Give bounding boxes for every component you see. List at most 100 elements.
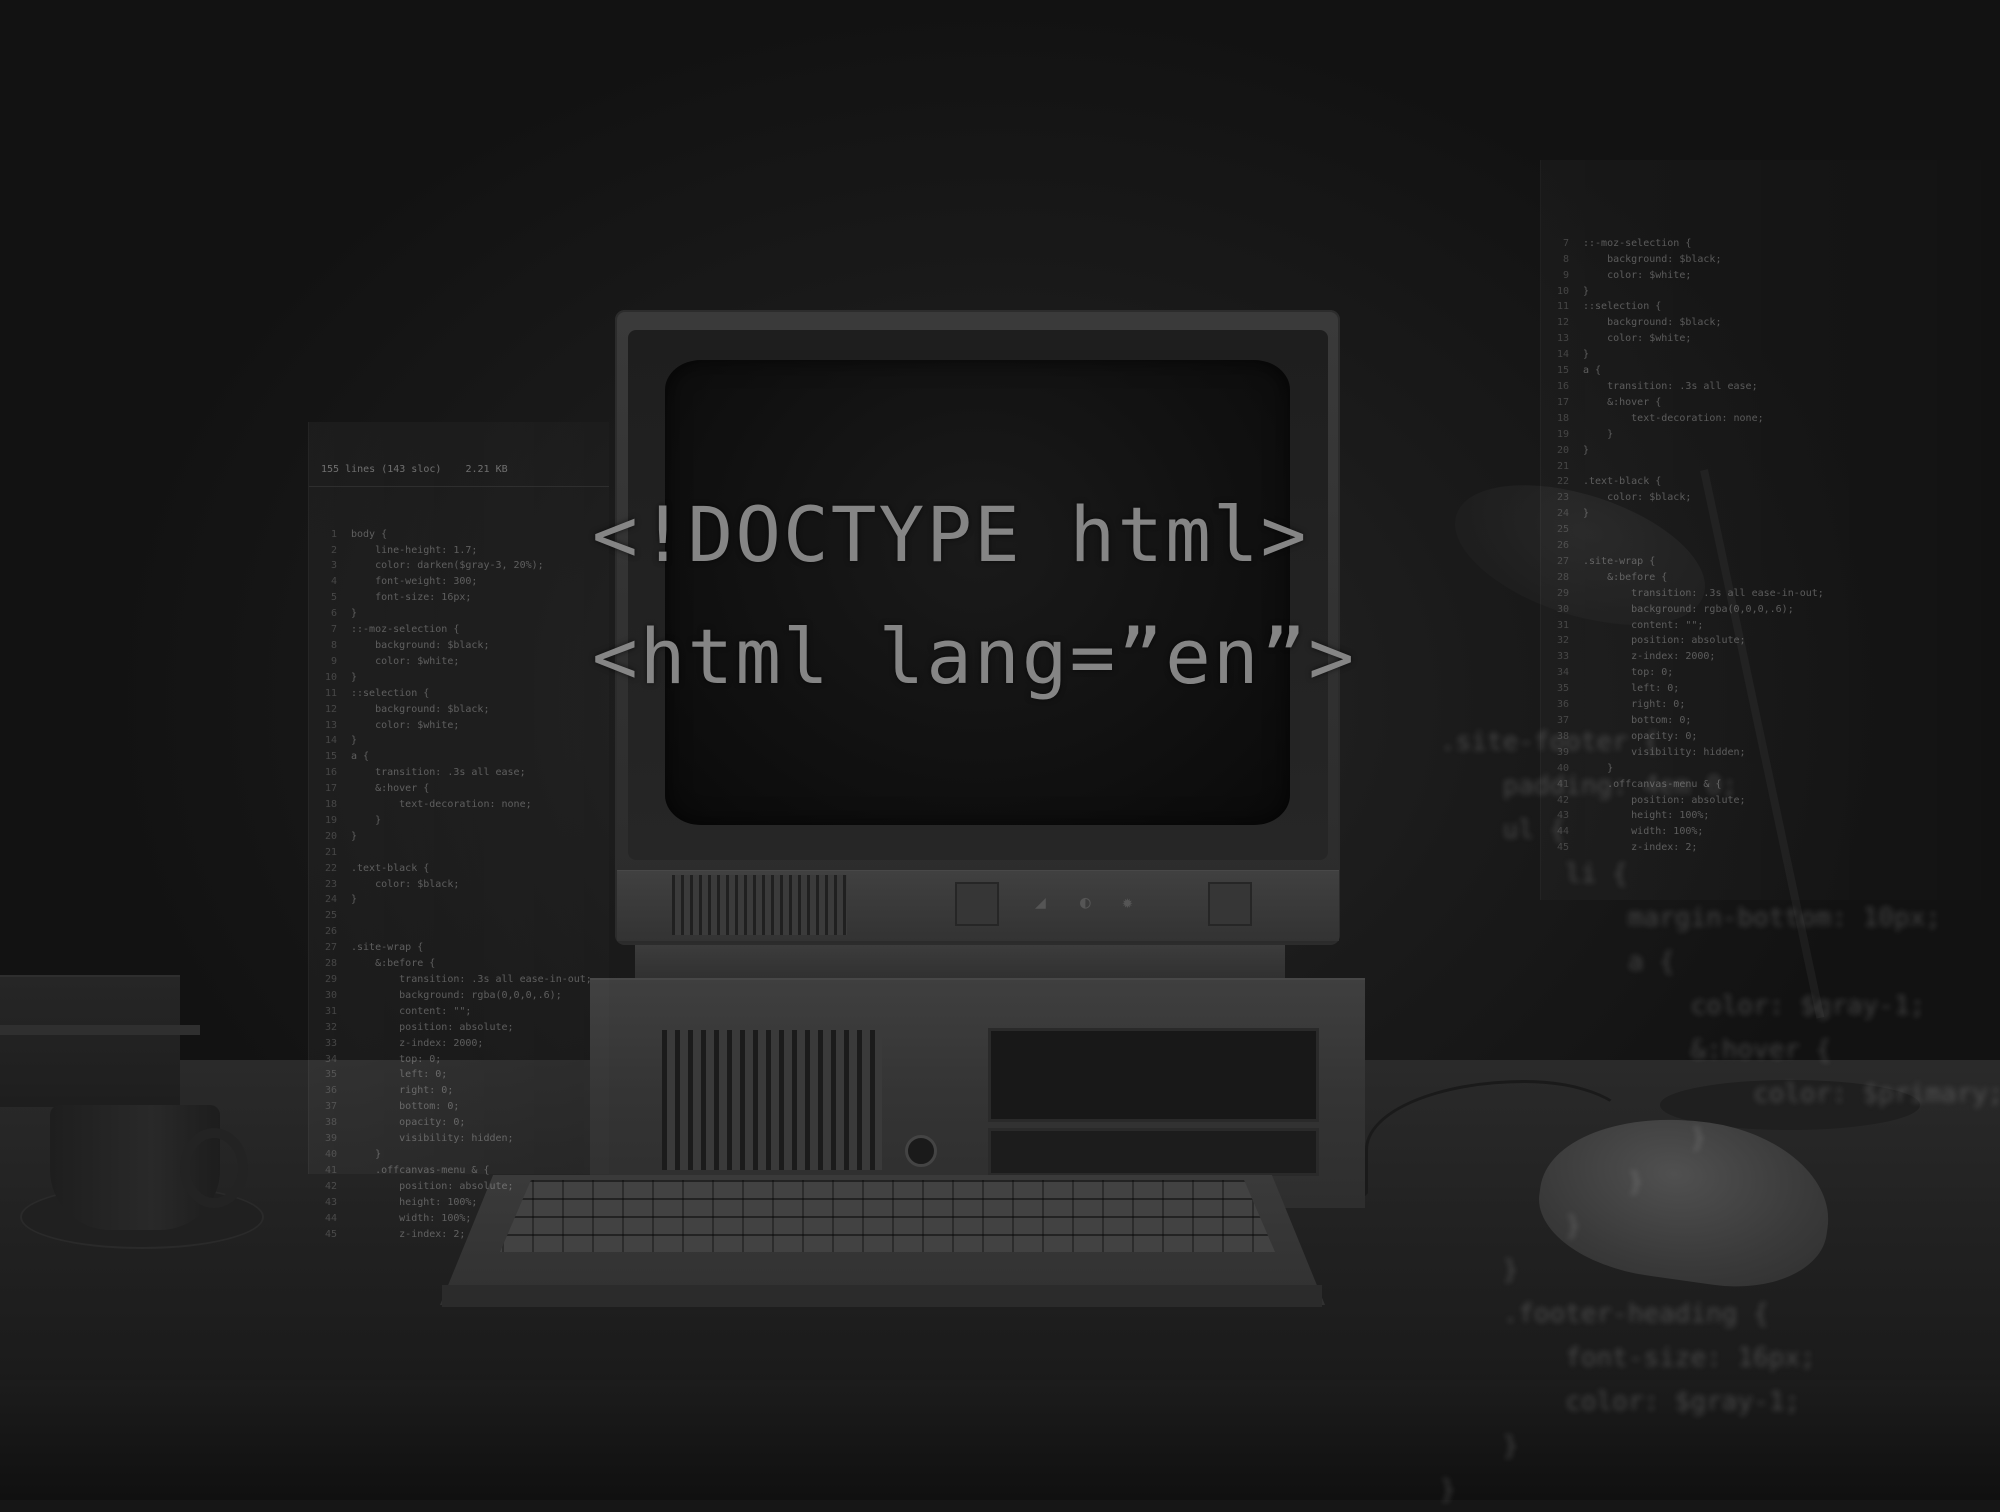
line-number: 24 — [324, 894, 337, 906]
power-button — [1208, 882, 1252, 926]
line-text: bottom: 0; — [351, 1101, 460, 1113]
line-text: color: $white; — [351, 655, 460, 667]
blurred-code-line: } — [1440, 1167, 1644, 1197]
line-number: 23 — [1556, 492, 1569, 504]
code-line: 32 position: absolute; — [309, 1020, 609, 1036]
code-line: 29 transition: .3s all ease-in-out; — [309, 972, 609, 988]
line-number: 29 — [324, 974, 337, 985]
crt-screen — [665, 360, 1290, 825]
line-text: transition: .3s all ease; — [351, 767, 526, 779]
blurred-code-line: } — [1440, 1123, 1707, 1153]
line-number: 27 — [324, 942, 337, 954]
code-line: 45 z-index: 2; — [309, 1227, 609, 1243]
line-text: background: rgba(0,0,0,.6); — [1583, 603, 1794, 615]
line-text: font-weight: 300; — [351, 576, 478, 588]
line-text: color: $white; — [1583, 333, 1692, 345]
line-text: text-decoration: none; — [1583, 412, 1764, 424]
monitor-button — [955, 882, 999, 926]
code-line: 34 top: 0; — [1541, 665, 1981, 681]
blurred-code-line: li { — [1440, 859, 1628, 889]
code-line: 5 font-size: 16px; — [309, 590, 609, 606]
code-line: 12 background: $black; — [309, 702, 609, 718]
code-line: 40 } — [309, 1147, 609, 1163]
line-number: 44 — [324, 1212, 337, 1224]
code-line: 35 left: 0; — [309, 1067, 609, 1083]
line-text: content: ""; — [1583, 619, 1704, 631]
line-text: .text-black { — [1583, 476, 1662, 488]
line-number: 29 — [1556, 587, 1569, 599]
code-line: 44 width: 100%; — [309, 1211, 609, 1227]
monitor-vents — [672, 875, 847, 935]
line-text: color: $white; — [1583, 269, 1692, 281]
line-text: background: rgba(0,0,0,.6); — [351, 989, 562, 1001]
blurred-code-line: } — [1440, 1211, 1581, 1241]
line-number: 20 — [324, 830, 337, 842]
line-number: 33 — [1556, 651, 1569, 663]
code-line: 28 &:before { — [1541, 570, 1981, 586]
line-text: } — [351, 894, 358, 906]
line-text: font-size: 16px; — [351, 592, 472, 604]
line-text: z-index: 2000; — [1583, 651, 1716, 663]
line-number: 15 — [324, 751, 337, 763]
code-line: 10} — [309, 670, 609, 686]
code-line: 41 .offcanvas-menu & { — [309, 1163, 609, 1179]
line-number: 16 — [1556, 380, 1569, 392]
blurred-code-foreground: .site-footer { padding: 4em 0; ul { li {… — [1440, 720, 2000, 1512]
line-text: } — [351, 608, 358, 620]
line-text: .offcanvas-menu & { — [351, 1164, 490, 1176]
line-number: 11 — [1556, 301, 1569, 313]
line-text: background: $black; — [1583, 317, 1722, 329]
line-number: 8 — [330, 639, 337, 651]
code-line: 7::-moz-selection { — [309, 622, 609, 638]
line-number: 17 — [1556, 396, 1569, 408]
blurred-code-line: .footer-heading { — [1440, 1299, 1769, 1329]
stacked-books — [0, 975, 180, 1107]
line-text: &:hover { — [351, 783, 430, 795]
line-text: content: ""; — [351, 1005, 472, 1017]
code-line: 25 — [1541, 522, 1981, 538]
blurred-code-line: } — [1440, 1255, 1519, 1285]
line-number: 1 — [330, 528, 337, 540]
code-line: 14} — [309, 733, 609, 749]
line-number: 28 — [324, 958, 337, 970]
code-line: 33 z-index: 2000; — [1541, 649, 1981, 665]
code-line: 37 bottom: 0; — [309, 1099, 609, 1115]
code-line: 23 color: $black; — [309, 877, 609, 893]
code-line: 36 right: 0; — [309, 1083, 609, 1099]
line-text: &:before { — [1583, 571, 1668, 583]
code-line: 10} — [1541, 284, 1981, 300]
code-line: 31 content: ""; — [309, 1004, 609, 1020]
code-line: 4 font-weight: 300; — [309, 574, 609, 590]
line-text: left: 0; — [1583, 683, 1680, 695]
line-number: 14 — [1556, 349, 1569, 361]
blurred-code-line: color: $gray-1; — [1440, 1387, 1801, 1417]
line-text: } — [1583, 508, 1590, 520]
line-number: 13 — [324, 719, 337, 731]
code-line: 20} — [1541, 443, 1981, 459]
line-number: 43 — [324, 1196, 337, 1208]
code-line: 35 left: 0; — [1541, 681, 1981, 697]
settings-icon: ✹ — [1122, 892, 1133, 913]
line-number: 34 — [1556, 667, 1569, 679]
line-number: 21 — [1556, 460, 1569, 472]
line-number: 32 — [324, 1021, 337, 1033]
line-number: 28 — [1556, 571, 1569, 583]
line-number: 23 — [324, 878, 337, 890]
floppy-drive-bay — [988, 1028, 1319, 1122]
line-number: 2 — [330, 544, 337, 556]
line-number: 3 — [330, 560, 337, 572]
drive-bay-lower — [988, 1128, 1319, 1176]
line-text: } — [351, 814, 382, 826]
mug-handle — [180, 1128, 248, 1208]
line-text: transition: .3s all ease-in-out; — [351, 974, 592, 985]
line-number: 6 — [330, 608, 337, 620]
code-line: 18 text-decoration: none; — [1541, 411, 1981, 427]
code-line: 38 opacity: 0; — [309, 1115, 609, 1131]
code-line: 22 .text-black { — [1541, 474, 1981, 490]
line-number: 22 — [324, 862, 337, 874]
line-text: z-index: 2000; — [351, 1037, 484, 1049]
code-line: 30 background: rgba(0,0,0,.6); — [309, 988, 609, 1004]
line-number: 17 — [324, 783, 337, 795]
line-number: 34 — [324, 1053, 337, 1065]
line-number: 45 — [324, 1228, 337, 1240]
